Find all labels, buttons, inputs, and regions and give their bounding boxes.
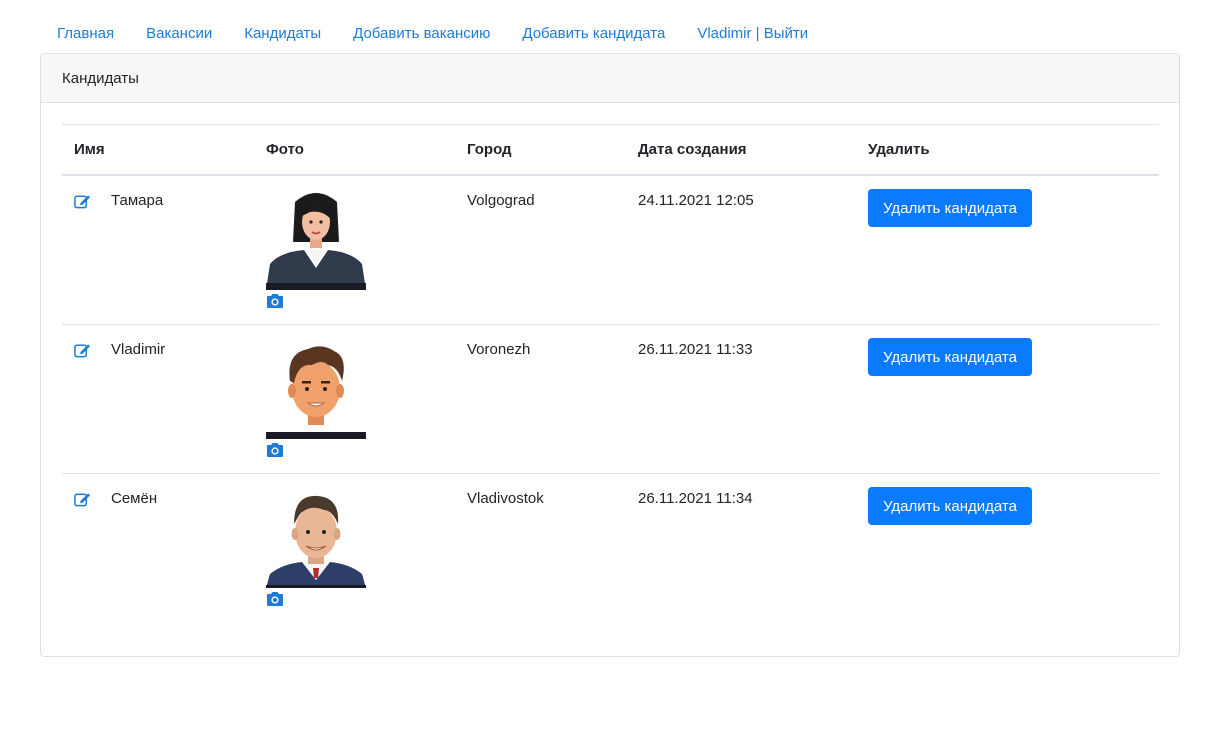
candidate-photo <box>266 190 366 290</box>
delete-candidate-button[interactable]: Удалить кандидата <box>868 189 1032 227</box>
edit-icon[interactable] <box>74 491 91 507</box>
nav-user-logout-link[interactable]: Vladimir | Выйти <box>681 22 824 46</box>
camera-icon[interactable] <box>266 442 284 458</box>
candidate-photo <box>266 339 366 439</box>
candidate-created: 26.11.2021 11:34 <box>638 490 753 507</box>
candidate-created: 26.11.2021 11:33 <box>638 341 753 358</box>
header-date: Дата создания <box>638 141 747 158</box>
candidates-table: Имя Фото Город Дата создания Удалить Там… <box>62 124 1159 622</box>
edit-icon[interactable] <box>74 193 91 209</box>
nav-add-vacancy-link[interactable]: Добавить вакансию <box>337 22 506 46</box>
candidate-city: Vladivostok <box>467 490 544 507</box>
table-header-row: Имя Фото Город Дата создания Удалить <box>62 124 1159 176</box>
header-photo: Фото <box>266 141 304 158</box>
camera-icon[interactable] <box>266 293 284 309</box>
header-name: Имя <box>74 141 105 158</box>
candidate-city: Volgograd <box>467 192 535 209</box>
table-row: Тамара Volgograd 24.11.2021 12:05 Удалит… <box>62 176 1159 325</box>
nav-home-link[interactable]: Главная <box>41 22 130 46</box>
nav-add-candidate-link[interactable]: Добавить кандидата <box>506 22 681 46</box>
camera-icon[interactable] <box>266 591 284 607</box>
header-delete: Удалить <box>868 141 930 158</box>
candidates-card: Кандидаты Имя Фото Город Дата создания У… <box>40 53 1180 657</box>
table-row: Семён Vladivostok 26.11.2021 11:34 Удали… <box>62 474 1159 622</box>
edit-icon[interactable] <box>74 342 91 358</box>
candidate-city: Voronezh <box>467 341 531 358</box>
table-row: Vladimir Voronezh 26.11.2021 11:33 Удали… <box>62 325 1159 474</box>
delete-candidate-button[interactable]: Удалить кандидата <box>868 487 1032 525</box>
header-city: Город <box>467 141 512 158</box>
candidate-name: Vladimir <box>111 341 166 358</box>
delete-candidate-button[interactable]: Удалить кандидата <box>868 338 1032 376</box>
top-nav: Главная Вакансии Кандидаты Добавить вака… <box>41 22 824 46</box>
candidate-name: Тамара <box>111 192 164 209</box>
nav-vacancies-link[interactable]: Вакансии <box>130 22 228 46</box>
nav-candidates-link[interactable]: Кандидаты <box>228 22 337 46</box>
candidate-name: Семён <box>111 490 158 507</box>
candidate-created: 24.11.2021 12:05 <box>638 192 754 209</box>
candidate-photo <box>266 488 366 588</box>
card-title: Кандидаты <box>41 54 1179 103</box>
